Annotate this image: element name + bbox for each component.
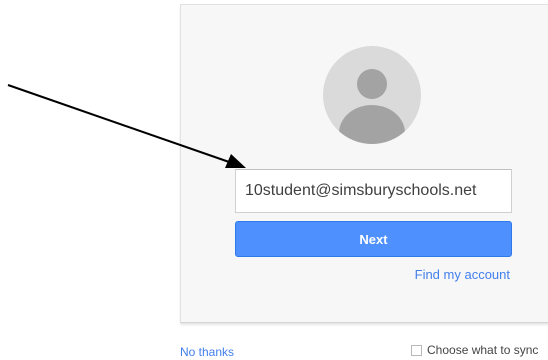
annotation-arrow	[7, 84, 246, 168]
arrow-head	[225, 154, 246, 168]
arrow-shaft	[7, 84, 233, 164]
